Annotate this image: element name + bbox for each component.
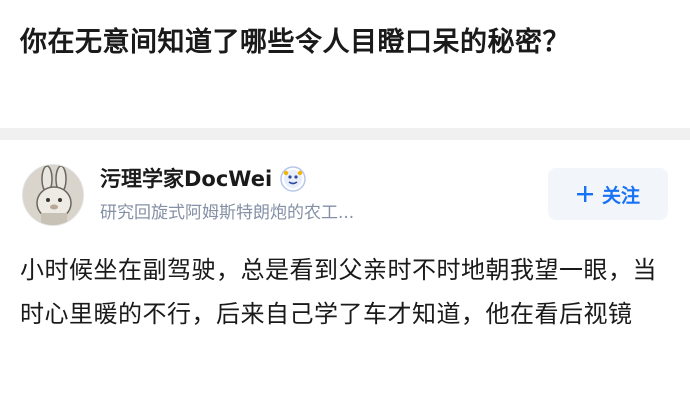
page: 你在无意间知道了哪些令人目瞪口呆的秘密？ 污理学家DocWei 研究回旋式阿姆斯…	[0, 0, 690, 416]
answer-card: 污理学家DocWei 研究回旋式阿姆斯特朗炮的农工... 关注 小时候坐在副驾驶…	[0, 140, 690, 416]
section-divider	[0, 128, 690, 140]
verified-badge-icon[interactable]	[280, 166, 306, 192]
follow-button[interactable]: 关注	[548, 168, 668, 220]
author-bio: 研究回旋式阿姆斯特朗炮的农工...	[100, 203, 355, 223]
answer-content[interactable]: 小时候坐在副驾驶，总是看到父亲时不时地朝我望一眼，当时心里暖的不行，后来自己学了…	[20, 248, 670, 336]
question-header: 你在无意间知道了哪些令人目瞪口呆的秘密？	[0, 0, 690, 128]
plus-icon	[576, 185, 594, 203]
rabbit-avatar-icon	[23, 165, 83, 225]
author-name-row: 污理学家DocWei	[100, 164, 306, 194]
question-title[interactable]: 你在无意间知道了哪些令人目瞪口呆的秘密？	[20, 22, 660, 64]
author-name[interactable]: 污理学家DocWei	[100, 164, 272, 194]
follow-button-label: 关注	[601, 184, 640, 207]
avatar[interactable]	[22, 164, 84, 226]
